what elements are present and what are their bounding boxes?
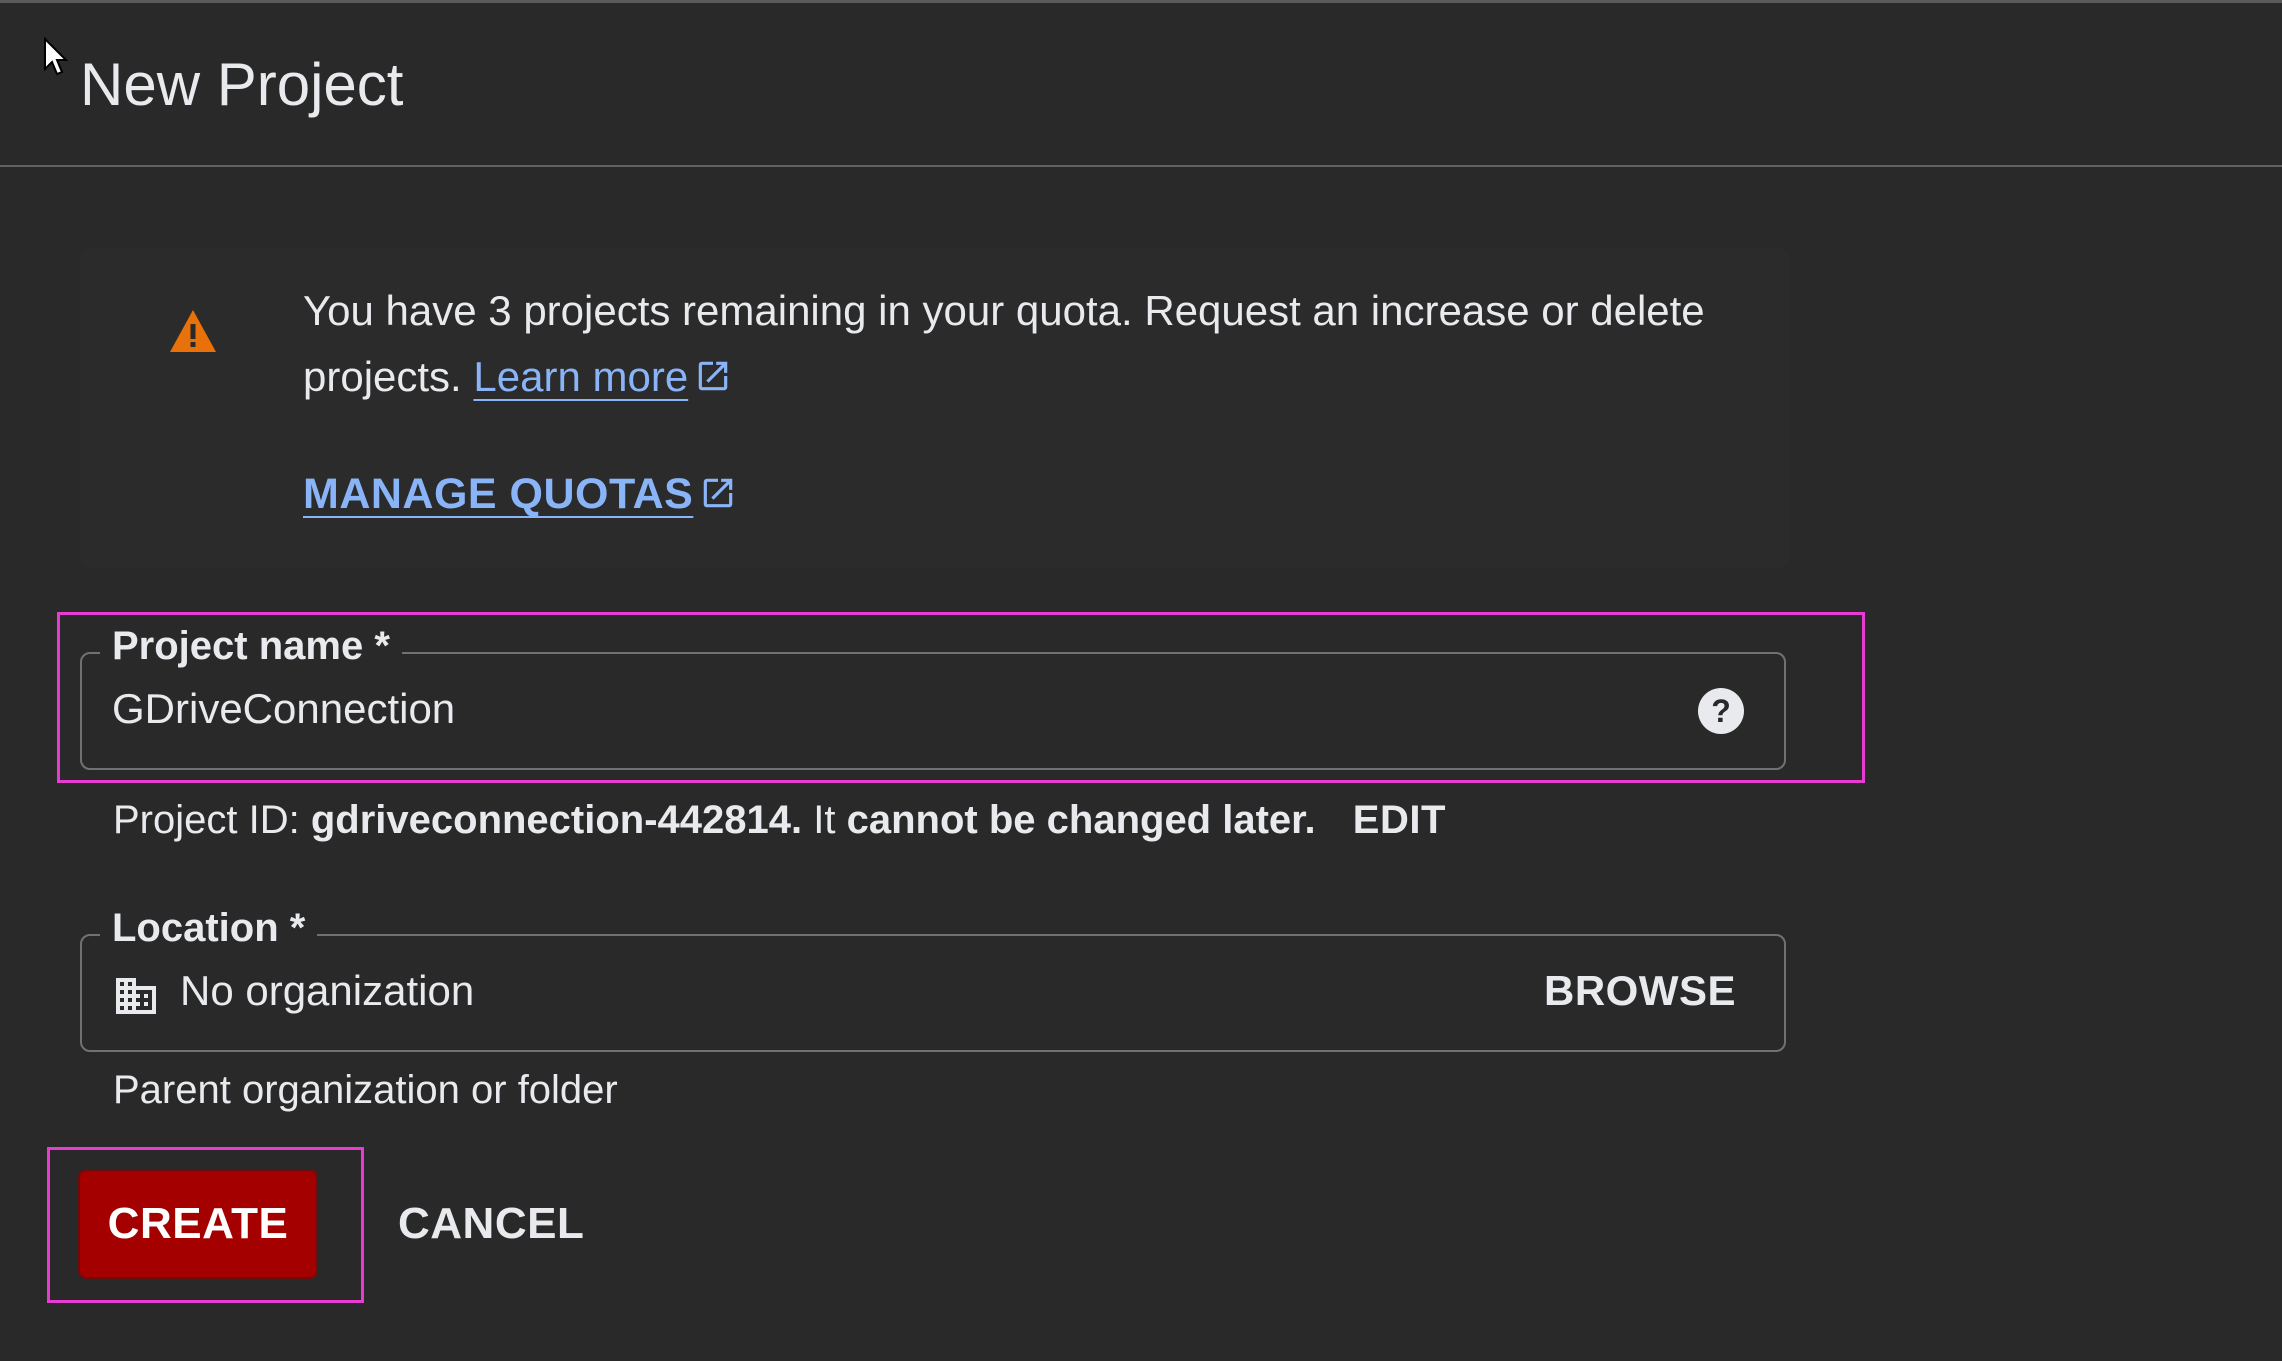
create-button[interactable]: CREATE (78, 1169, 318, 1279)
location-hint: Parent organization or folder (113, 1068, 618, 1112)
browse-button[interactable]: BROWSE (1544, 958, 1736, 1024)
location-field[interactable]: Location * No organization BROWSE (80, 898, 1786, 1052)
project-name-input[interactable]: GDriveConnection (112, 676, 455, 742)
project-id-middle: It (813, 798, 836, 842)
edit-project-id-button[interactable]: EDIT (1353, 798, 1446, 842)
project-id-suffix: cannot be changed later. (846, 798, 1316, 842)
building-icon (116, 978, 156, 1014)
cancel-button[interactable]: CANCEL (398, 1194, 584, 1254)
project-name-field[interactable]: Project name * GDriveConnection ? (80, 616, 1786, 770)
project-id-prefix: Project ID: (113, 798, 300, 842)
manage-quotas-label[interactable]: MANAGE QUOTAS (303, 470, 693, 518)
location-value: No organization (180, 967, 475, 1014)
help-circle-icon[interactable]: ? (1696, 686, 1746, 736)
project-id-info: Project ID: gdriveconnection-442814. It … (113, 790, 1446, 850)
open-in-new-icon[interactable] (699, 474, 737, 512)
location-label: Location * (100, 898, 318, 958)
mouse-cursor-icon (44, 37, 69, 76)
dialog-header: New Project (0, 3, 2282, 167)
project-id-value: gdriveconnection-442814. (310, 798, 803, 842)
learn-more-link[interactable]: Learn more (473, 353, 688, 400)
manage-quotas-link[interactable]: MANAGE QUOTAS (303, 464, 737, 524)
warning-icon (170, 310, 216, 352)
page-title: New Project (80, 51, 404, 118)
quota-message: You have 3 projects remaining in your qu… (303, 278, 1723, 410)
svg-text:?: ? (1711, 693, 1731, 729)
open-in-new-icon[interactable] (694, 357, 732, 395)
project-name-label: Project name * (100, 616, 402, 676)
